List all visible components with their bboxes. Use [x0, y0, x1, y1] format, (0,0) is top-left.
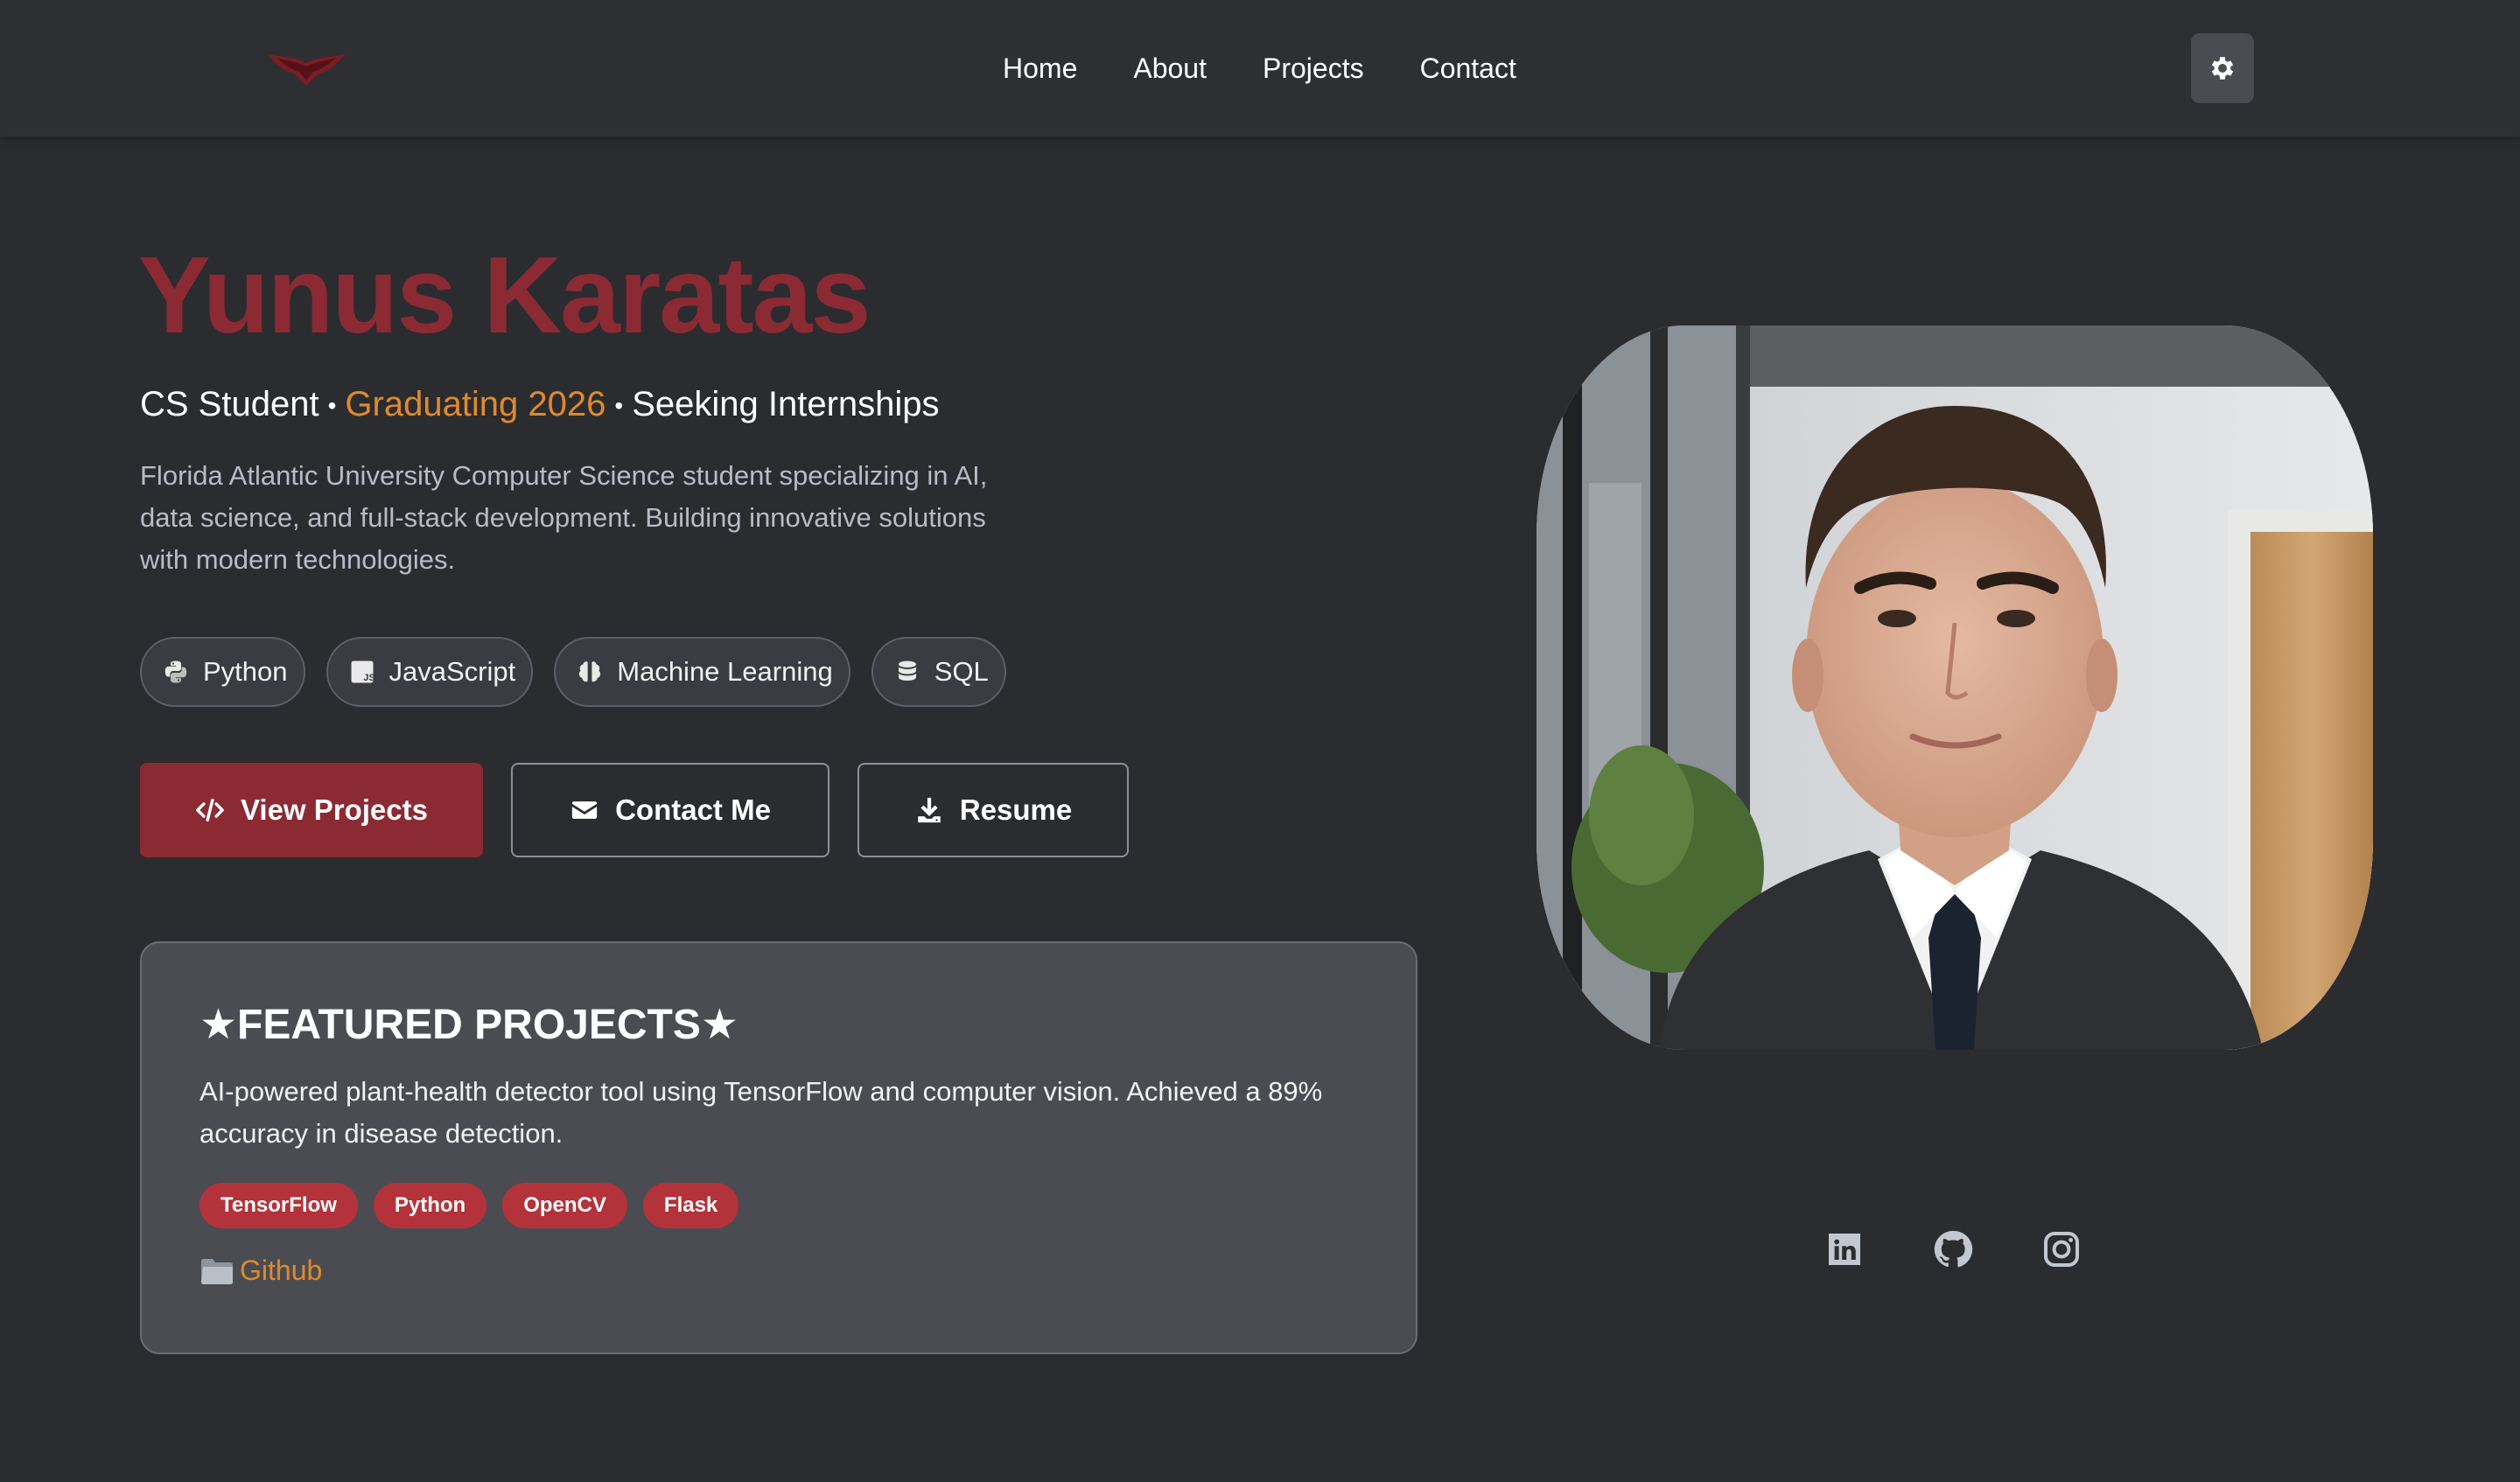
skill-label: SQL — [934, 656, 989, 687]
skill-label: JavaScript — [388, 656, 516, 687]
tech-tag: Python — [373, 1183, 487, 1228]
tech-tag: TensorFlow — [200, 1183, 358, 1228]
skill-chips: Python JS JavaScript Machine Learning SQ… — [140, 637, 1027, 707]
tagline-role: CS Student — [140, 385, 319, 423]
contact-me-label: Contact Me — [615, 793, 771, 826]
brain-icon — [579, 661, 601, 682]
tagline-separator: • — [614, 392, 624, 420]
tech-tag: OpenCV — [502, 1183, 627, 1228]
github-icon[interactable] — [1932, 1228, 1974, 1270]
download-icon — [918, 797, 941, 823]
skill-chip-javascript: JS JavaScript — [326, 637, 534, 707]
github-link-label: Github — [240, 1255, 323, 1286]
tagline-seeking: Seeking Internships — [632, 385, 940, 423]
cta-buttons: View Projects Contact Me Resume — [140, 763, 1157, 857]
bat-wing-logo-icon[interactable] — [268, 51, 345, 86]
code-icon — [196, 798, 224, 822]
social-links — [1824, 1228, 2082, 1270]
tagline-graduation: Graduating 2026 — [345, 385, 606, 423]
view-projects-label: View Projects — [240, 793, 428, 826]
svg-text:JS: JS — [363, 673, 375, 683]
featured-projects-card: ★FEATURED PROJECTS★ AI-powered plant-hea… — [140, 941, 1418, 1354]
gear-icon — [2211, 57, 2234, 80]
folder-icon — [201, 1258, 233, 1284]
hero-description: Florida Atlantic University Computer Sci… — [140, 460, 988, 575]
theme-toggle-button[interactable] — [2191, 33, 2254, 103]
instagram-icon[interactable] — [2040, 1228, 2082, 1270]
featured-project-description: AI-powered plant-health detector tool us… — [200, 1076, 1323, 1149]
nav-link-about[interactable]: About — [1133, 47, 1207, 89]
javascript-icon: JS — [351, 661, 375, 683]
skill-label: Python — [203, 656, 288, 687]
tagline-separator: • — [327, 392, 337, 420]
linkedin-icon[interactable] — [1824, 1228, 1866, 1270]
skill-chip-machine-learning: Machine Learning — [554, 637, 850, 707]
hero-name: Yunus Karatas — [138, 235, 871, 356]
project-github-link[interactable]: Github — [200, 1255, 322, 1287]
top-navbar: Home About Projects Contact — [0, 0, 2520, 136]
skill-label: Machine Learning — [617, 656, 833, 687]
python-icon — [164, 661, 187, 683]
database-icon — [898, 661, 916, 681]
resume-button[interactable]: Resume — [858, 763, 1129, 857]
featured-projects-title: ★FEATURED PROJECTS★ — [200, 1002, 738, 1048]
hero-tagline: CS Student • Graduating 2026 • Seeking Inter… — [140, 380, 940, 430]
nav-link-home[interactable]: Home — [1003, 47, 1077, 89]
profile-photo — [1536, 325, 2373, 1050]
view-projects-button[interactable]: View Projects — [140, 763, 483, 857]
resume-label: Resume — [959, 793, 1073, 826]
project-tech-tags: TensorFlow Python OpenCV Flask — [200, 1183, 754, 1228]
skill-chip-python: Python — [140, 637, 305, 707]
envelope-icon — [571, 801, 598, 819]
skill-chip-sql: SQL — [871, 637, 1006, 707]
nav-link-projects[interactable]: Projects — [1263, 47, 1364, 89]
nav-links: Home About Projects Contact — [1003, 47, 1516, 89]
contact-me-button[interactable]: Contact Me — [511, 763, 830, 857]
nav-link-contact[interactable]: Contact — [1420, 47, 1516, 89]
tech-tag: Flask — [642, 1183, 739, 1228]
